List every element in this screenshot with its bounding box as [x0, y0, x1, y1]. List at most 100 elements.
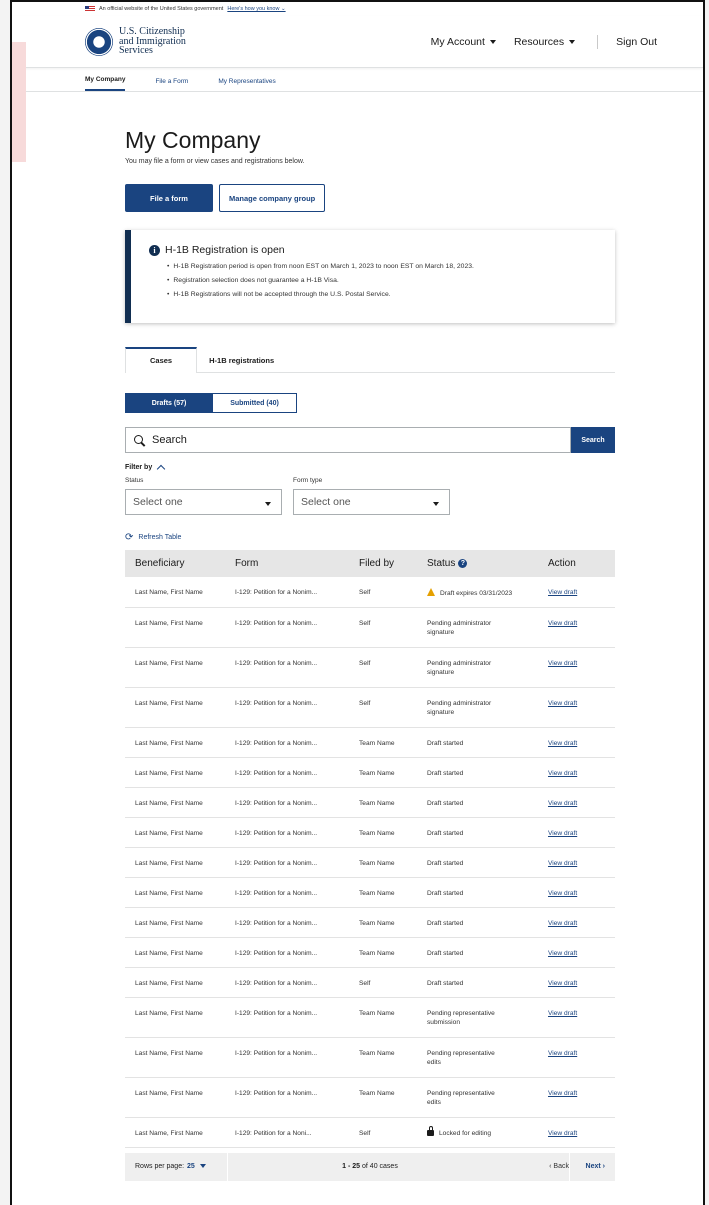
subnav-file-a-form[interactable]: File a Form — [155, 78, 188, 91]
tab-h1b-registrations[interactable]: H-1B registrations — [197, 347, 298, 372]
view-draft-link[interactable]: View draft — [548, 700, 577, 707]
view-draft-link[interactable]: View draft — [548, 950, 577, 957]
search-bar: Search Search — [125, 427, 615, 453]
status-text-line2: submission — [427, 1018, 460, 1026]
view-draft-link[interactable]: View draft — [548, 589, 577, 596]
filed-by-cell: Team Name — [349, 817, 417, 848]
table-header-row: Beneficiary Form Filed by Status? Action — [125, 550, 615, 577]
status-text: Locked for editing — [439, 1129, 492, 1137]
status-cell: Draft expires 03/31/2023 — [417, 577, 538, 608]
view-draft-link[interactable]: View draft — [548, 1010, 577, 1017]
form-cell: I-129: Petition for a Nonim... — [225, 817, 349, 848]
alert-item: H-1B Registrations will not be accepted … — [167, 288, 615, 302]
status-text: Draft started — [427, 979, 464, 987]
beneficiary-cell: Last Name, First Name — [125, 997, 225, 1038]
form-type-select[interactable]: Select one — [293, 489, 450, 515]
table-row: Last Name, First Name I-129: Petition for… — [125, 757, 615, 788]
us-flag-icon — [85, 6, 95, 12]
form-cell: I-129: Petition for a Nonim... — [225, 687, 349, 728]
view-draft-link[interactable]: View draft — [548, 660, 577, 667]
agency-name[interactable]: U.S. Citizenship and Immigration Service… — [119, 27, 186, 56]
filed-by-cell: Team Name — [349, 877, 417, 908]
search-button[interactable]: Search — [571, 427, 615, 453]
next-button[interactable]: Next › — [586, 1163, 605, 1170]
view-draft-link[interactable]: View draft — [548, 1130, 577, 1137]
status-text: Draft started — [427, 829, 464, 837]
case-count: 1 - 25 of 40 cases — [125, 1163, 615, 1170]
table-row: Last Name, First Name I-129: Petition for… — [125, 647, 615, 688]
table-row: Last Name, First Name I-129: Petition for… — [125, 877, 615, 908]
filters: Status Select one Form type Select one — [125, 477, 615, 515]
view-draft-link[interactable]: View draft — [548, 890, 577, 897]
header-divider — [597, 34, 599, 49]
filed-by-cell: Team Name — [349, 937, 417, 968]
form-cell: I-129: Petition for a Nonim... — [225, 727, 349, 758]
refresh-table-button[interactable]: ⟳ Refresh Table — [125, 532, 615, 543]
form-type-select-value: Select one — [301, 496, 351, 508]
view-draft-link[interactable]: View draft — [548, 920, 577, 927]
my-account-menu[interactable]: My Account — [431, 36, 496, 48]
form-cell: I-129: Petition for a Nonim... — [225, 967, 349, 998]
heres-how-you-know-link[interactable]: Here's how you know ⌄ — [227, 6, 285, 12]
view-draft-link[interactable]: View draft — [548, 740, 577, 747]
column-header-form[interactable]: Form — [225, 550, 349, 577]
beneficiary-cell: Last Name, First Name — [125, 847, 225, 878]
drafts-segment-button[interactable]: Drafts (57) — [125, 393, 213, 413]
filed-by-cell: Self — [349, 967, 417, 998]
resources-menu[interactable]: Resources — [513, 35, 576, 48]
view-draft-link[interactable]: View draft — [548, 860, 577, 867]
filter-by-toggle[interactable]: Filter by — [125, 463, 615, 474]
form-cell: I-129: Petition for a Nonim... — [225, 907, 349, 938]
view-draft-link[interactable]: View draft — [548, 1050, 577, 1057]
help-icon[interactable]: ? — [458, 559, 468, 568]
view-draft-link[interactable]: View draft — [548, 1090, 577, 1097]
filed-by-cell: Team Name — [349, 787, 417, 818]
drafts-submitted-toggle: Drafts (57) Submitted (40) — [125, 393, 615, 413]
status-text: Pending representative — [427, 1049, 495, 1057]
dhs-seal-logo[interactable] — [85, 27, 113, 56]
action-cell: View draft — [538, 847, 615, 878]
back-button[interactable]: ‹ Back — [549, 1163, 569, 1170]
status-text: Draft started — [427, 859, 464, 867]
resources-label: Resources — [513, 35, 565, 48]
filed-by-cell: Team Name — [349, 907, 417, 938]
alert-item: Registration selection does not guarante… — [167, 274, 615, 288]
status-text-line2: signature — [427, 708, 455, 716]
agency-line-3: Services — [119, 45, 153, 57]
main-content: My Company You may file a form or view c… — [125, 127, 615, 1181]
tab-cases[interactable]: Cases — [125, 347, 198, 373]
view-draft-link[interactable]: View draft — [548, 770, 577, 777]
status-filter: Status Select one — [125, 477, 282, 515]
column-header-status[interactable]: Status? — [417, 550, 538, 577]
submitted-segment-button[interactable]: Submitted (40) — [213, 393, 297, 413]
view-draft-link[interactable]: View draft — [548, 620, 577, 627]
form-cell: I-129: Petition for a Nonim... — [225, 647, 349, 688]
form-cell: I-129: Petition for a Nonim... — [225, 847, 349, 878]
caret-down-icon — [569, 39, 576, 44]
search-input[interactable]: Search — [125, 427, 571, 453]
filed-by-cell: Team Name — [349, 1077, 417, 1118]
subnav-my-representatives[interactable]: My Representatives — [218, 78, 275, 91]
status-cell: Draft started — [417, 847, 538, 878]
view-draft-link[interactable]: View draft — [548, 830, 577, 837]
manage-company-group-button[interactable]: Manage company group — [219, 184, 326, 212]
sign-out-link[interactable]: Sign Out — [616, 36, 657, 48]
status-select[interactable]: Select one — [125, 489, 282, 515]
subnav-my-company[interactable]: My Company — [85, 76, 126, 91]
file-a-form-button[interactable]: File a form — [125, 184, 213, 212]
filed-by-cell: Team Name — [349, 847, 417, 878]
status-cell: Draft started — [417, 937, 538, 968]
view-draft-link[interactable]: View draft — [548, 800, 577, 807]
column-header-beneficiary[interactable]: Beneficiary — [125, 550, 225, 577]
beneficiary-cell: Last Name, First Name — [125, 787, 225, 818]
view-draft-link[interactable]: View draft — [548, 980, 577, 987]
beneficiary-cell: Last Name, First Name — [125, 577, 225, 608]
status-select-value: Select one — [133, 496, 183, 508]
beneficiary-cell: Last Name, First Name — [125, 1077, 225, 1118]
info-icon: i — [149, 244, 160, 256]
column-header-filed-by[interactable]: Filed by — [349, 550, 417, 577]
status-text: Draft started — [427, 949, 464, 957]
form-cell: I-129: Petition for a Noni... — [225, 1117, 349, 1148]
table-row: Last Name, First Name I-129: Petition for… — [125, 937, 615, 968]
action-cell: View draft — [538, 1077, 615, 1118]
